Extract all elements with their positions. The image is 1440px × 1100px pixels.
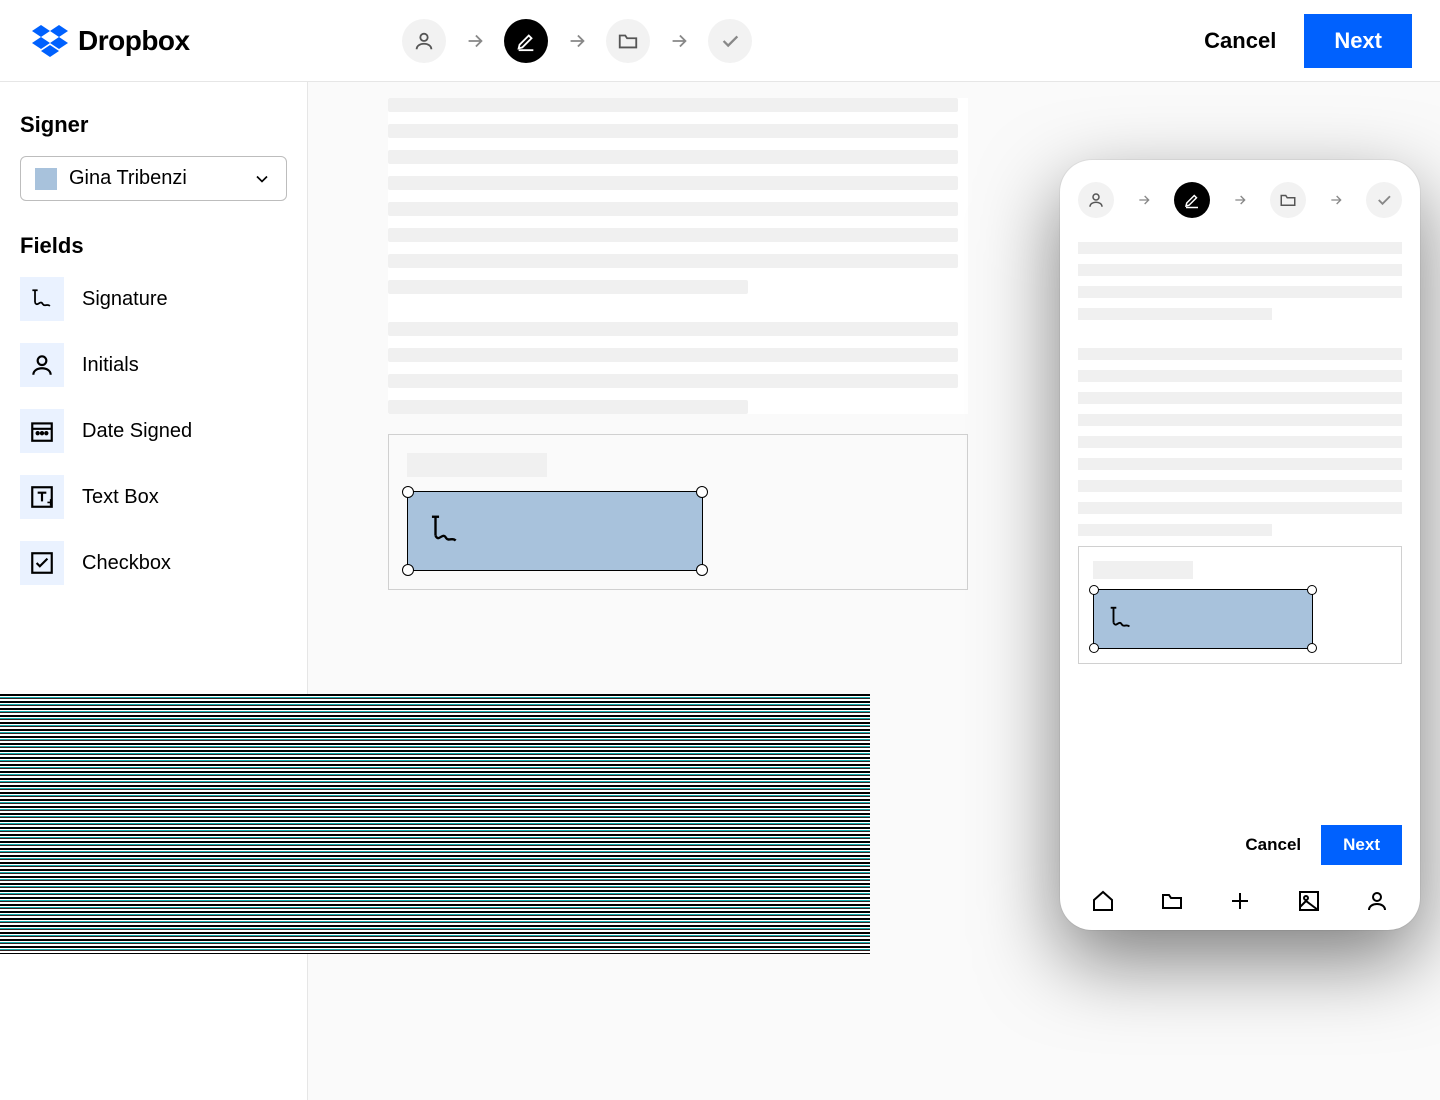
tab-account[interactable]: [1362, 886, 1392, 916]
skeleton-line: [388, 176, 958, 190]
textbox-icon: [20, 475, 64, 519]
mobile-cancel-button[interactable]: Cancel: [1245, 835, 1301, 855]
chevron-right-icon: [464, 30, 486, 52]
chevron-right-icon: [566, 30, 588, 52]
skeleton-line: [388, 202, 958, 216]
resize-handle-tl[interactable]: [402, 486, 414, 498]
field-label: Checkbox: [82, 552, 171, 575]
signature-icon: [20, 277, 64, 321]
cancel-button[interactable]: Cancel: [1204, 28, 1276, 54]
mobile-step-recipients[interactable]: [1078, 182, 1114, 218]
skeleton-line: [1078, 348, 1402, 360]
resize-handle-br[interactable]: [696, 564, 708, 576]
skeleton-line: [388, 124, 958, 138]
progress-steps: [402, 19, 752, 63]
skeleton-line: [1078, 286, 1402, 298]
mobile-progress-steps: [1078, 182, 1402, 218]
signer-heading: Signer: [20, 112, 287, 138]
mobile-signature-area: [1078, 546, 1402, 664]
mobile-step-review[interactable]: [1366, 182, 1402, 218]
skeleton-line: [388, 400, 748, 414]
skeleton-line: [388, 322, 958, 336]
chevron-right-icon: [1136, 192, 1152, 208]
skeleton-line: [1078, 502, 1402, 514]
field-label: Date Signed: [82, 420, 192, 443]
mobile-step-edit[interactable]: [1174, 182, 1210, 218]
skeleton-line: [388, 98, 958, 112]
field-signature[interactable]: Signature: [20, 277, 287, 321]
resize-handle-tr[interactable]: [1307, 585, 1317, 595]
person-icon: [20, 343, 64, 387]
mobile-preview: Cancel Next: [1060, 160, 1420, 930]
signer-name: Gina Tribenzi: [69, 167, 240, 190]
skeleton-line: [388, 348, 958, 362]
chevron-right-icon: [1232, 192, 1248, 208]
skeleton-line: [1078, 370, 1402, 382]
decorative-glitch: [0, 694, 870, 954]
field-checkbox[interactable]: Checkbox: [20, 541, 287, 585]
step-review[interactable]: [708, 19, 752, 63]
skeleton-line: [1078, 264, 1402, 276]
field-label: Text Box: [82, 486, 159, 509]
brand-name: Dropbox: [78, 25, 190, 57]
skeleton-label: [407, 453, 547, 477]
skeleton-line: [388, 374, 958, 388]
mobile-step-folder[interactable]: [1270, 182, 1306, 218]
skeleton-line: [1078, 524, 1272, 536]
step-recipients[interactable]: [402, 19, 446, 63]
placed-signature-field[interactable]: [407, 491, 703, 571]
step-folder[interactable]: [606, 19, 650, 63]
field-date-signed[interactable]: Date Signed: [20, 409, 287, 453]
dropbox-icon: [32, 25, 68, 57]
skeleton-line: [1078, 392, 1402, 404]
next-button[interactable]: Next: [1304, 14, 1412, 68]
skeleton-line: [388, 254, 958, 268]
tab-home[interactable]: [1088, 886, 1118, 916]
chevron-right-icon: [668, 30, 690, 52]
mobile-tabbar: [1078, 877, 1402, 916]
resize-handle-br[interactable]: [1307, 643, 1317, 653]
topbar: Dropbox Cancel Next: [0, 0, 1440, 82]
signer-color-swatch: [35, 168, 57, 190]
fields-heading: Fields: [20, 233, 287, 259]
skeleton-line: [1078, 308, 1272, 320]
chevron-right-icon: [1328, 192, 1344, 208]
field-text-box[interactable]: Text Box: [20, 475, 287, 519]
signature-area: [388, 434, 968, 590]
signature-icon: [1106, 604, 1136, 634]
resize-handle-bl[interactable]: [402, 564, 414, 576]
date-icon: [20, 409, 64, 453]
skeleton-label: [1093, 561, 1193, 579]
tab-files[interactable]: [1157, 886, 1187, 916]
resize-handle-tl[interactable]: [1089, 585, 1099, 595]
skeleton-line: [1078, 458, 1402, 470]
signature-icon: [426, 512, 464, 550]
tab-photos[interactable]: [1294, 886, 1324, 916]
skeleton-line: [1078, 414, 1402, 426]
mobile-document: [1078, 242, 1402, 785]
skeleton-line: [388, 228, 958, 242]
checkbox-icon: [20, 541, 64, 585]
document-page: [388, 98, 968, 414]
skeleton-line: [388, 150, 958, 164]
field-label: Signature: [82, 288, 168, 311]
step-edit[interactable]: [504, 19, 548, 63]
mobile-placed-signature-field[interactable]: [1093, 589, 1313, 649]
chevron-down-icon: [252, 169, 272, 189]
resize-handle-bl[interactable]: [1089, 643, 1099, 653]
tab-add[interactable]: [1225, 886, 1255, 916]
brand-logo: Dropbox: [32, 25, 190, 57]
field-label: Initials: [82, 354, 139, 377]
field-initials[interactable]: Initials: [20, 343, 287, 387]
skeleton-line: [388, 280, 748, 294]
skeleton-line: [1078, 242, 1402, 254]
mobile-next-button[interactable]: Next: [1321, 825, 1402, 865]
skeleton-line: [1078, 436, 1402, 448]
signer-select[interactable]: Gina Tribenzi: [20, 156, 287, 201]
skeleton-line: [1078, 480, 1402, 492]
resize-handle-tr[interactable]: [696, 486, 708, 498]
